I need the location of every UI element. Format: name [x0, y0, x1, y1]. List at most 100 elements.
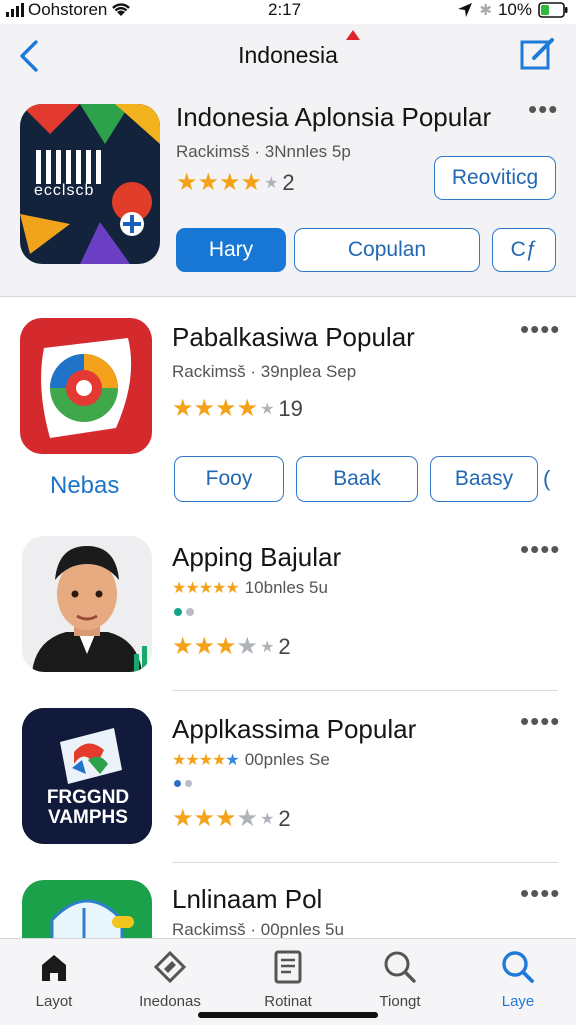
bluetooth-icon: ✱ [479, 2, 492, 19]
search-icon [384, 951, 416, 983]
star-empty-icon: ★ [236, 805, 259, 832]
star-outline-icon: ★ [264, 174, 279, 192]
list-icon [274, 950, 302, 984]
wifi-icon [112, 3, 131, 16]
featured-rating-count: 2 [282, 169, 295, 195]
app-icon-3[interactable]: FRGGND VAMPHS [22, 708, 152, 844]
app-1-more-hint-icon: ( [543, 466, 551, 491]
featured-button-2[interactable]: Copulan [294, 228, 480, 272]
home-icon [42, 955, 66, 981]
app-3-name[interactable]: Applkassima Popular [172, 714, 416, 745]
signal-icon [6, 3, 24, 17]
app-1-rating: ★ ★ ★ ★ ★ 19 [172, 394, 303, 423]
tab-tiongt[interactable]: Tiongt [352, 947, 448, 1010]
app-3-page-dots-icon [174, 780, 192, 787]
app-2-rating: ★ ★ ★ ★ ★ 2 [172, 632, 291, 661]
star-icon: ★ [193, 395, 216, 422]
star-empty-icon: ★ [236, 633, 259, 660]
tab-label: Laye [501, 993, 535, 1010]
status-left: Oohstoren [6, 0, 131, 20]
compose-icon[interactable] [518, 34, 558, 74]
nav-bar: Indonesia [0, 24, 576, 90]
app-2-page-dots-icon [174, 608, 194, 616]
battery-label: 10% [497, 0, 532, 19]
star-icon: ★ [193, 805, 216, 832]
app-3-more-button[interactable]: •••• [520, 706, 560, 737]
divider [172, 690, 558, 691]
tab-label: Layot [35, 993, 73, 1010]
app-2-name[interactable]: Apping Bajular [172, 542, 341, 573]
star-icon: ★ [172, 805, 194, 832]
featured-app-card[interactable]: ecclscb Indonesia Aplonsia Popular ••• R… [0, 90, 576, 297]
featured-app-subtitle: Rackimsš · 3Nnnles 5p [176, 142, 351, 161]
featured-app-icon[interactable]: ecclscb [20, 104, 160, 264]
featured-icon-caption: ecclscb [34, 182, 95, 199]
featured-button-3[interactable]: Cƒ [492, 228, 556, 272]
star-icon: ★ [197, 169, 220, 196]
tab-label: Inedonas [139, 993, 201, 1010]
tab-rotinat[interactable]: Rotinat [240, 947, 336, 1010]
house-shape-icon [50, 899, 134, 942]
apps-icon [153, 950, 187, 984]
featured-app-name[interactable]: Indonesia Aplonsia Popular [176, 102, 491, 133]
app-3-rating: ★ ★ ★ ★ ★ 2 [172, 804, 291, 833]
app-icon-1[interactable] [20, 318, 152, 454]
search-icon [502, 951, 534, 983]
battery-icon [538, 2, 568, 18]
star-icon: ★ [193, 633, 216, 660]
home-indicator[interactable] [198, 1012, 378, 1018]
star-icon: ★ [176, 169, 198, 196]
star-icon: ★ [172, 633, 194, 660]
app-3-subtitle: 00pnles Se [244, 750, 330, 769]
star-icon: ★ [236, 395, 259, 422]
star-icon: ★ [215, 395, 237, 422]
app-2-more-button[interactable]: •••• [520, 534, 560, 565]
star-icon: ★ [215, 805, 237, 832]
location-icon [458, 3, 473, 17]
app-1-button-2[interactable]: Baak [296, 456, 418, 502]
tab-inedonas[interactable]: Inedonas [122, 947, 218, 1010]
featured-side-button[interactable]: Reoviticɡ [434, 156, 556, 200]
app-4-name[interactable]: Lnlinaam Pol [172, 884, 322, 915]
spiral-leaf-icon [41, 338, 132, 438]
app-4-subtitle: Rackimsš · 00pnles 5u [172, 920, 344, 939]
app-3-subtitle-row: ★★★★★ 00pnles Se [172, 750, 330, 770]
nav-title: Indonesia [238, 42, 338, 68]
app-2-subtitle-row: ★★★★★ 10bnles 5u [172, 578, 328, 598]
star-icon: ★ [172, 395, 194, 422]
app-2-subtitle: 10bnles 5u [244, 578, 328, 597]
tab-laye[interactable]: Laye [470, 947, 566, 1010]
app-1-rating-count: 19 [278, 395, 303, 421]
app-1-button-1[interactable]: Fooy [174, 456, 284, 502]
status-time: 2:17 [268, 0, 302, 19]
carrier-label: Oohstoren [28, 0, 108, 19]
tab-layot[interactable]: Layot [6, 947, 102, 1010]
featured-button-1[interactable]: Hary [176, 228, 286, 272]
divider [172, 862, 558, 863]
app-icon-2[interactable] [22, 536, 152, 672]
notch-triangle-icon [346, 30, 360, 40]
app-1-more-button[interactable]: •••• [520, 314, 560, 345]
star-icon: ★ [215, 633, 237, 660]
app-3-icon-text: FRGGND VAMPHS [46, 787, 130, 828]
featured-rating: ★ ★ ★ ★ ★ 2 [176, 168, 295, 197]
app-1-subtitle: Rackimsš · 39nplea Sep [172, 362, 357, 381]
star-icon: ★ [219, 169, 241, 196]
status-bar: Oohstoren 2:17 ✱ 10% [0, 0, 576, 24]
star-icon: ★ [240, 169, 263, 196]
app-4-more-button[interactable]: •••• [520, 878, 560, 909]
small-stars-icon: ★★★★★ [172, 580, 240, 597]
tab-label: Tiongt [379, 993, 421, 1010]
star-outline-icon: ★ [260, 400, 275, 418]
star-outline-icon: ★ [260, 810, 275, 828]
avatar-icon [32, 546, 147, 672]
tab-label: Rotinat [264, 993, 312, 1010]
status-right: ✱ 10% [457, 0, 568, 20]
app-1-name[interactable]: Pabalkasiwa Popular [172, 322, 415, 353]
app-1-button-3[interactable]: Baasy [430, 456, 538, 502]
small-stars-icon: ★★★★★ [172, 752, 240, 769]
app-3-rating-count: 2 [278, 805, 291, 831]
app-1-icon-caption: Nebas [50, 472, 120, 499]
app-2-rating-count: 2 [278, 633, 291, 659]
featured-more-button[interactable]: ••• [528, 94, 558, 125]
